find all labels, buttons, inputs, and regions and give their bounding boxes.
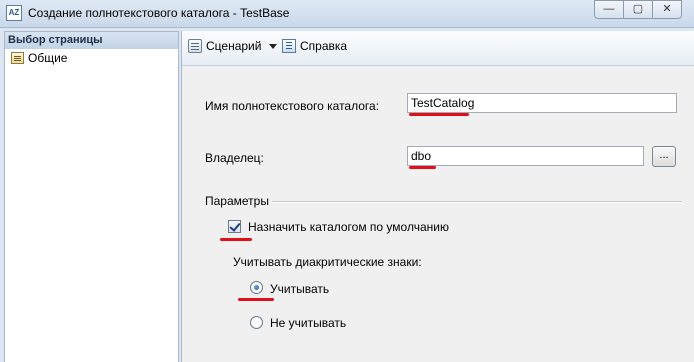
browse-owner-button[interactable]: ... — [652, 146, 676, 167]
annotation-underline — [238, 298, 274, 301]
sidebar-item-general[interactable]: Общие — [11, 50, 67, 66]
script-button[interactable]: Сценарий — [188, 37, 278, 55]
script-label: Сценарий — [206, 39, 262, 53]
radio-accent-insensitive[interactable] — [250, 316, 263, 329]
annotation-underline — [220, 238, 252, 241]
title-bar: AZ Создание полнотекстового каталога - T… — [0, 0, 694, 28]
sidebar-item-label: Общие — [28, 51, 68, 65]
owner-input[interactable]: dbo — [407, 146, 644, 166]
page-selector-header: Выбор страницы — [5, 32, 178, 49]
app-icon: AZ — [6, 5, 22, 21]
chevron-down-icon[interactable] — [269, 43, 278, 49]
parameters-section-title: Параметры — [205, 194, 269, 208]
content-pane: Сценарий Справка Имя полнотекстового кат… — [181, 31, 694, 362]
default-catalog-label[interactable]: Назначить каталогом по умолчанию — [248, 220, 449, 234]
owner-label: Владелец: — [205, 151, 264, 165]
radio-accent-sensitive[interactable] — [250, 281, 263, 294]
section-divider — [272, 201, 682, 203]
script-icon — [188, 39, 202, 53]
minimize-button[interactable]: — — [594, 0, 624, 19]
help-button[interactable]: Справка — [282, 37, 347, 55]
catalog-name-label: Имя полнотекстового каталога: — [205, 99, 380, 113]
page-selector-pane: Выбор страницы Общие — [4, 31, 179, 362]
annotation-underline — [409, 166, 436, 169]
radio-selected-dot — [254, 285, 259, 290]
annotation-underline — [409, 113, 469, 116]
toolbar: Сценарий Справка — [182, 31, 694, 66]
window-controls: — ▢ ✕ — [594, 0, 686, 19]
default-catalog-checkbox[interactable] — [228, 220, 241, 233]
accent-sensitive-label[interactable]: Учитывать — [270, 282, 329, 296]
page-properties-icon — [11, 52, 24, 64]
accent-insensitive-label[interactable]: Не учитывать — [270, 316, 346, 330]
help-label: Справка — [300, 39, 348, 53]
checkmark-icon — [229, 220, 241, 232]
accent-sensitivity-label: Учитывать диакритические знаки: — [233, 255, 422, 269]
window-title: Создание полнотекстового каталога - Test… — [28, 6, 290, 20]
close-button[interactable]: ✕ — [652, 0, 682, 19]
maximize-button[interactable]: ▢ — [623, 0, 653, 19]
catalog-name-input[interactable]: TestCatalog — [407, 93, 677, 113]
help-icon — [282, 39, 296, 53]
